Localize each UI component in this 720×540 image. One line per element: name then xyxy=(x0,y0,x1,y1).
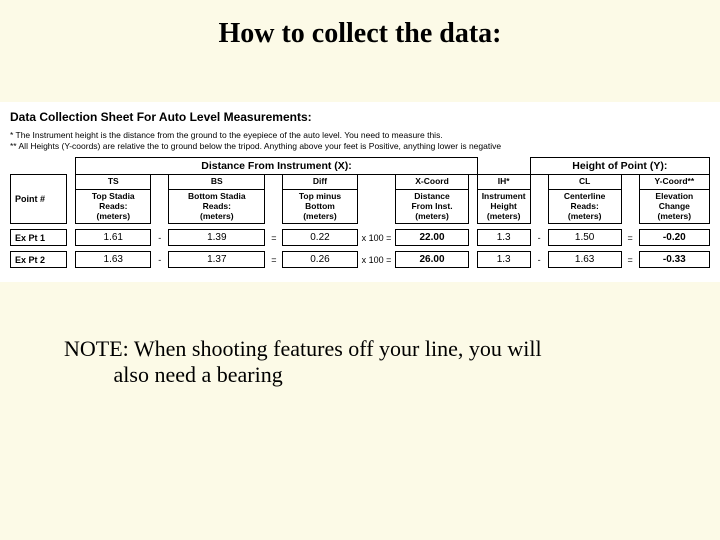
col-y-sub: ElevationChange(meters) xyxy=(639,190,709,224)
cell-cl: 1.50 xyxy=(548,230,621,246)
col-ts-head: TS xyxy=(76,175,151,190)
cell-x: 22.00 xyxy=(396,230,468,246)
sheet-title: Data Collection Sheet For Auto Level Mea… xyxy=(10,110,710,124)
data-table: Distance From Instrument (X): Height of … xyxy=(10,157,710,268)
col-ts-sub: Top StadiaReads:(meters) xyxy=(76,190,151,224)
op-equals: = xyxy=(265,252,283,268)
footnote-1: * The Instrument height is the distance … xyxy=(10,130,710,141)
op-minus: - xyxy=(530,230,548,246)
cell-diff: 0.22 xyxy=(283,230,357,246)
note-line2: also need a bearing xyxy=(114,362,283,387)
cell-bs: 1.39 xyxy=(169,230,265,246)
col-x-head: X-Coord xyxy=(396,175,468,190)
op-x100: x 100 = xyxy=(357,230,396,246)
col-y-head: Y-Coord** xyxy=(639,175,709,190)
cell-y: -0.33 xyxy=(639,252,709,268)
op-minus: - xyxy=(530,252,548,268)
col-ih-head: IH* xyxy=(477,175,530,190)
cell-diff: 0.26 xyxy=(283,252,357,268)
row-label: Ex Pt 2 xyxy=(11,252,67,268)
cell-y: -0.20 xyxy=(639,230,709,246)
col-diff-sub: Top minusBottom(meters) xyxy=(283,190,357,224)
op-equals: = xyxy=(265,230,283,246)
cell-ts: 1.63 xyxy=(76,252,151,268)
op-minus: - xyxy=(151,252,169,268)
op-minus: - xyxy=(151,230,169,246)
col-point: Point # xyxy=(11,175,67,224)
col-cl-head: CL xyxy=(548,175,621,190)
table-row: Ex Pt 2 1.63 - 1.37 = 0.26 x 100 = 26.00… xyxy=(11,252,710,268)
note-line1: NOTE: When shooting features off your li… xyxy=(64,336,542,361)
cell-bs: 1.37 xyxy=(169,252,265,268)
col-diff-head: Diff xyxy=(283,175,357,190)
row-label: Ex Pt 1 xyxy=(11,230,67,246)
cell-cl: 1.63 xyxy=(548,252,621,268)
op-equals: = xyxy=(621,252,639,268)
table-row: Ex Pt 1 1.61 - 1.39 = 0.22 x 100 = 22.00… xyxy=(11,230,710,246)
col-cl-sub: CenterlineReads:(meters) xyxy=(548,190,621,224)
page-title: How to collect the data: xyxy=(0,0,720,58)
footnote-2: ** All Heights (Y-coords) are relative t… xyxy=(10,141,710,152)
cell-x: 26.00 xyxy=(396,252,468,268)
col-ih-sub: InstrumentHeight(meters) xyxy=(477,190,530,224)
datasheet-band: Data Collection Sheet For Auto Level Mea… xyxy=(0,102,720,282)
footnotes: * The Instrument height is the distance … xyxy=(10,130,710,151)
note-text: NOTE: When shooting features off your li… xyxy=(64,336,720,388)
group-head-distance: Distance From Instrument (X): xyxy=(76,158,477,175)
col-x-sub: DistanceFrom Inst.(meters) xyxy=(396,190,468,224)
cell-ih: 1.3 xyxy=(477,252,530,268)
cell-ih: 1.3 xyxy=(477,230,530,246)
group-head-height: Height of Point (Y): xyxy=(530,158,709,175)
col-bs-head: BS xyxy=(169,175,265,190)
op-x100: x 100 = xyxy=(357,252,396,268)
op-equals: = xyxy=(621,230,639,246)
cell-ts: 1.61 xyxy=(76,230,151,246)
col-bs-sub: Bottom StadiaReads:(meters) xyxy=(169,190,265,224)
